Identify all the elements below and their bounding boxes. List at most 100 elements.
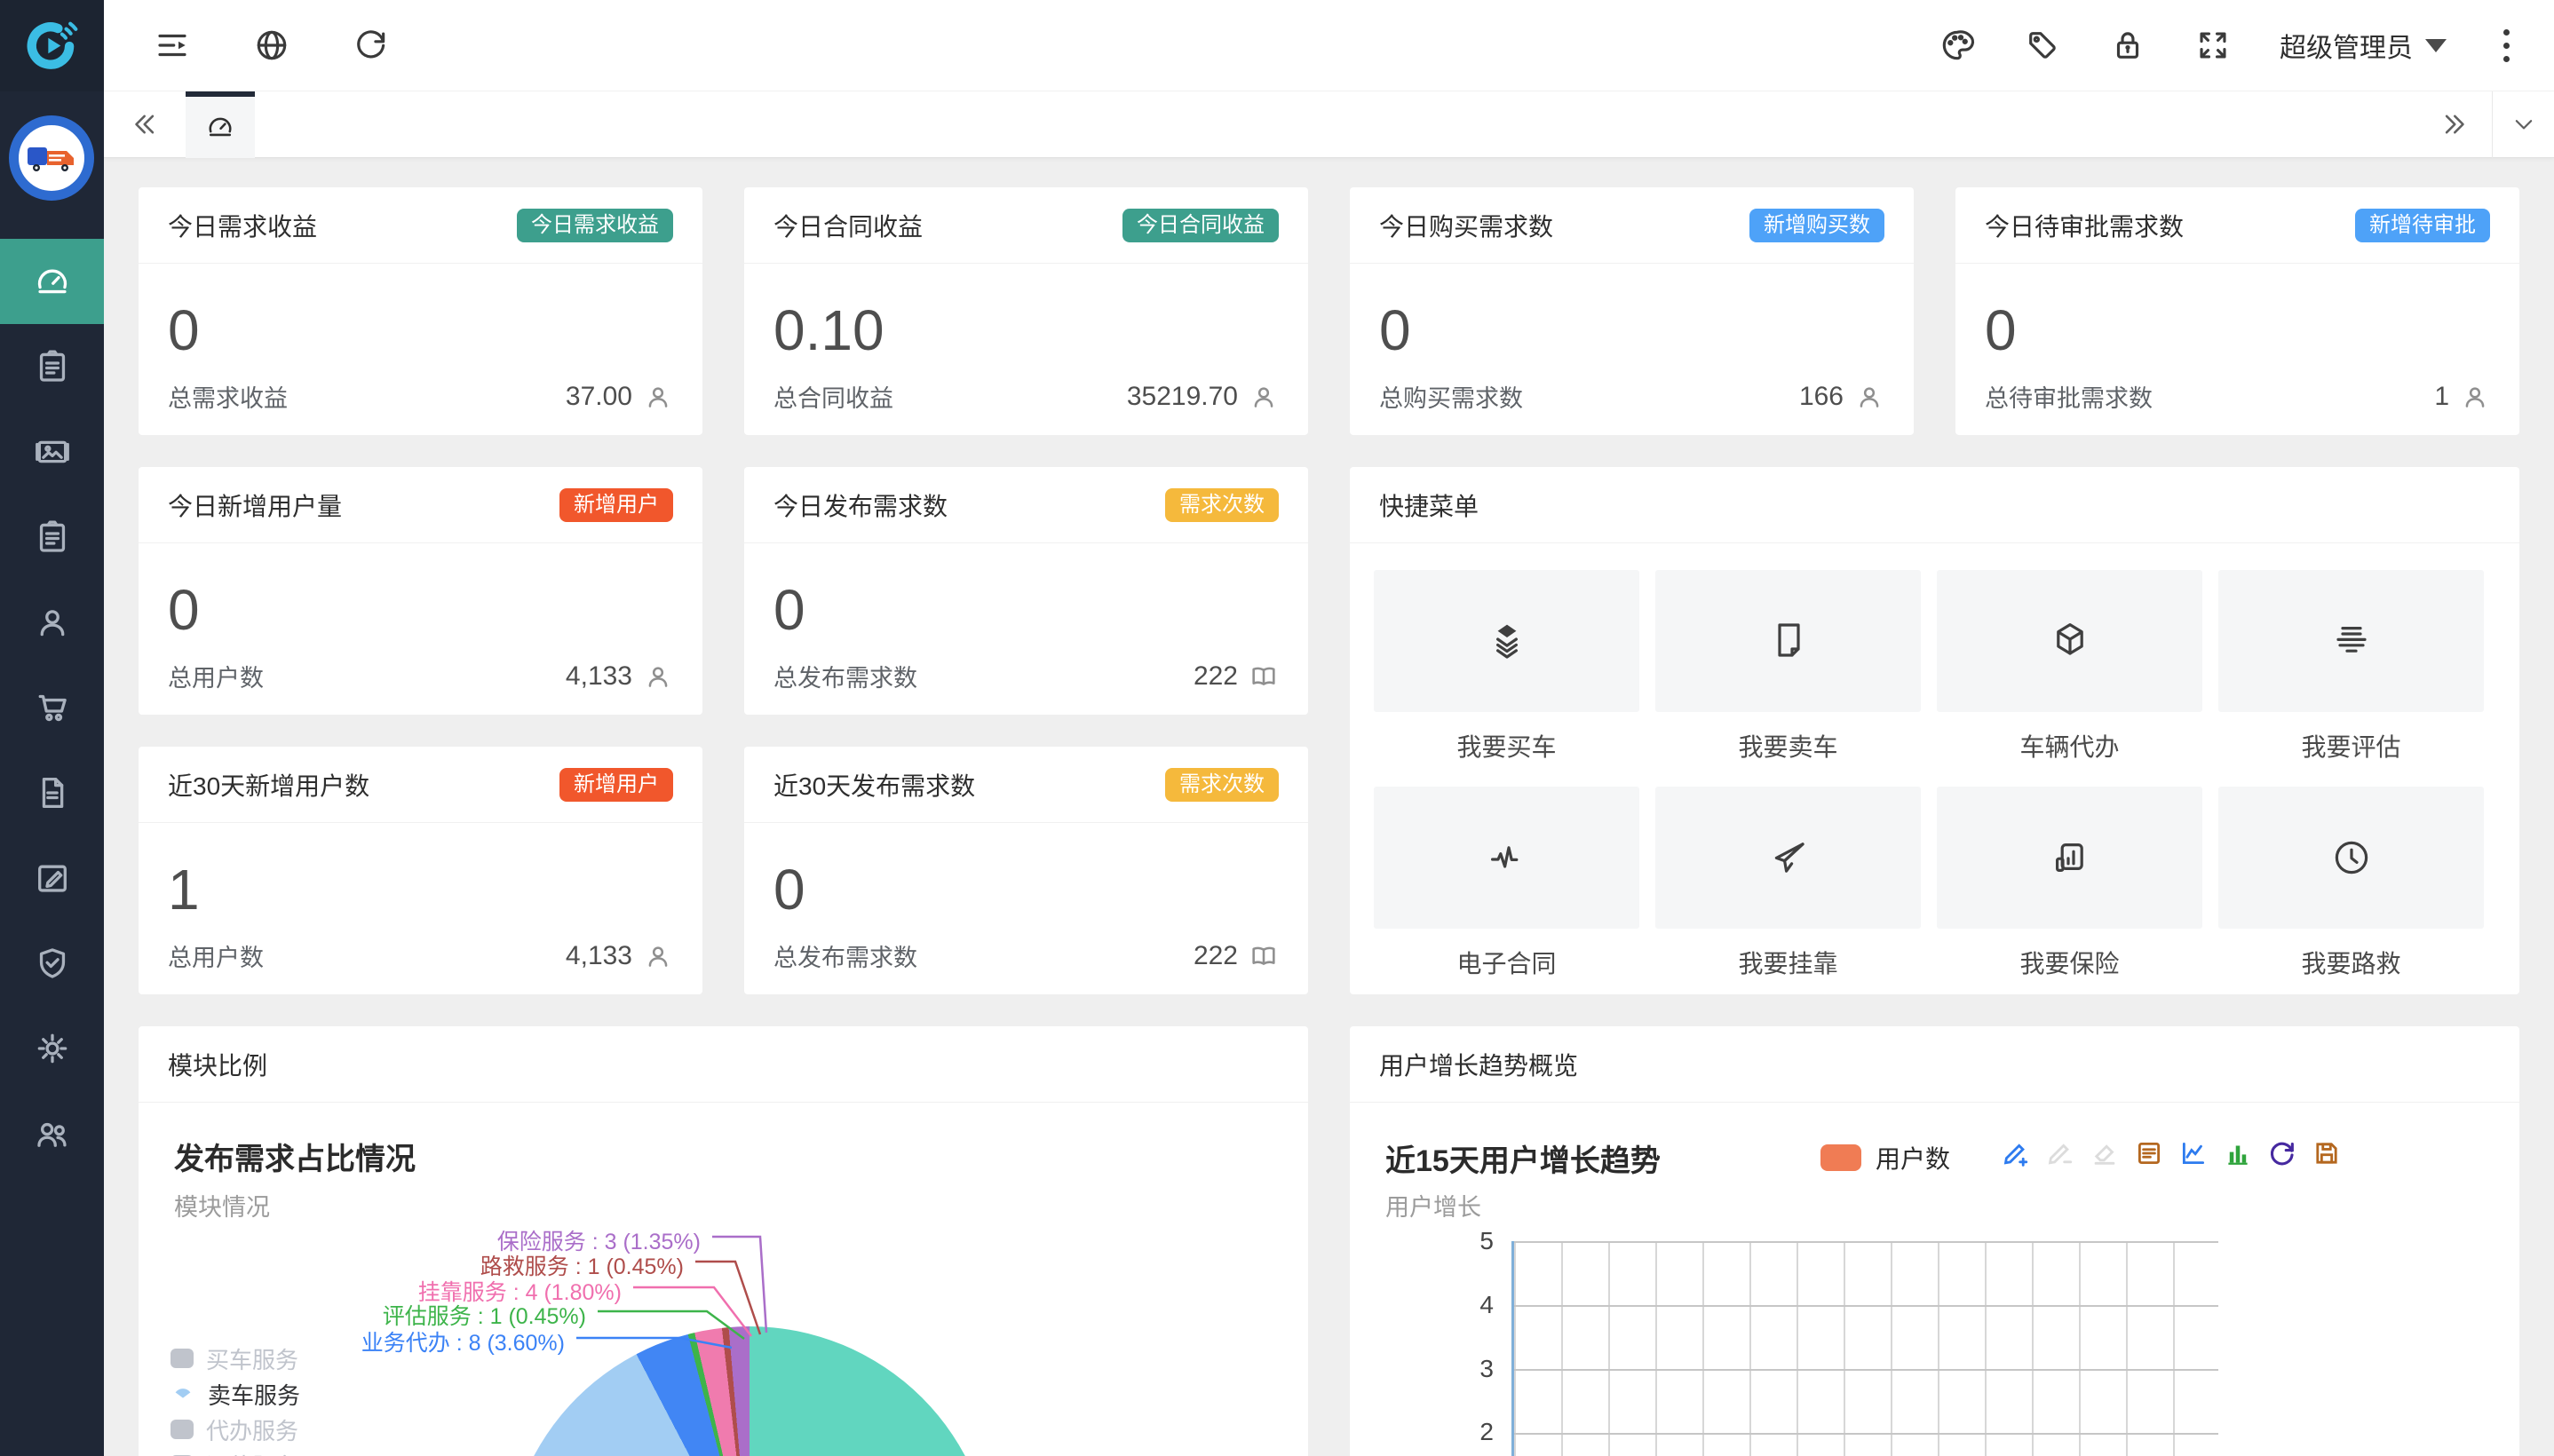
quick-item-road-rescue[interactable]: 我要路救	[2218, 787, 2484, 980]
stat-card-new-users-today: 今日新增用户量 新增用户 0 总用户数 4,133	[139, 467, 702, 715]
package-box-icon	[2049, 620, 2091, 662]
line-chart-icon[interactable]	[2178, 1138, 2209, 1168]
dashboard-screen: 超级管理员	[0, 0, 2554, 1456]
card-title: 今日需求收益	[168, 208, 317, 243]
bar-chart-icon[interactable]	[2223, 1138, 2253, 1168]
legend-label: 买车服务	[206, 1342, 298, 1375]
save-image-icon[interactable]	[2312, 1138, 2342, 1168]
legend-item-buy-service[interactable]: 买车服务	[171, 1346, 300, 1371]
stat-value: 0	[168, 297, 673, 363]
chart-toolbox	[2001, 1138, 2342, 1168]
data-view-icon[interactable]	[2134, 1138, 2164, 1168]
stat-value: 0	[773, 577, 1279, 643]
shield-check-icon	[33, 944, 72, 983]
fullscreen-icon[interactable]	[2194, 27, 2232, 64]
sidebar-item-security[interactable]	[0, 921, 104, 1006]
sidebar-item-settings[interactable]	[0, 1006, 104, 1091]
stat-card-demands-30d: 近30天发布需求数 需求次数 0 总发布需求数 222	[744, 747, 1308, 994]
stat-footer-label: 总发布需求数	[773, 659, 917, 693]
page-icon	[1767, 620, 1810, 662]
quick-item-insurance[interactable]: 我要保险	[1937, 787, 2202, 980]
quick-menu-grid: 我要买车 我要卖车 车辆代办	[1350, 543, 2519, 994]
sidebar	[0, 0, 104, 1456]
card-title: 今日购买需求数	[1379, 208, 1553, 243]
user-icon	[33, 603, 72, 642]
legend-swatch	[1820, 1144, 1861, 1171]
stat-footer-value: 37.00	[566, 382, 632, 412]
sidebar-nav	[0, 239, 104, 1176]
legend-item-agency-service[interactable]: 代办服务	[171, 1417, 300, 1442]
cart-icon	[33, 688, 72, 727]
status-badge: 需求次数	[1165, 768, 1279, 802]
legend-item-sell-service[interactable]: 卖车服务	[171, 1381, 300, 1406]
stat-card-demand-income: 今日需求收益 今日需求收益 0 总需求收益 37.00	[139, 187, 702, 435]
edit-add-icon[interactable]	[2001, 1138, 2031, 1168]
card-title: 模块比例	[168, 1047, 267, 1082]
legend-swatch	[171, 1420, 194, 1439]
quick-item-affiliate[interactable]: 我要挂靠	[1655, 787, 1921, 980]
sidebar-item-accounts[interactable]	[0, 1091, 104, 1176]
brand-logo	[9, 115, 94, 201]
tabs-scroll-left-button[interactable]	[129, 109, 159, 139]
stat-footer-label: 总购买需求数	[1379, 379, 1523, 414]
quick-item-label: 我要路救	[2218, 945, 2484, 980]
tab-dashboard[interactable]	[186, 91, 255, 158]
quick-item-e-contract[interactable]: 电子合同	[1374, 787, 1639, 980]
legend-item-evaluate-service[interactable]: 评估服务	[171, 1452, 300, 1456]
user-menu-label: 超级管理员	[2280, 26, 2413, 65]
card-title: 近30天新增用户数	[168, 767, 369, 803]
stat-footer-label: 总需求收益	[168, 379, 288, 414]
sidebar-item-orders[interactable]	[0, 324, 104, 409]
edit-remove-icon[interactable]	[2045, 1138, 2075, 1168]
quick-item-vehicle-agency[interactable]: 车辆代办	[1937, 570, 2202, 764]
stat-footer-value: 1	[2434, 382, 2449, 412]
user-menu[interactable]: 超级管理员	[2280, 26, 2447, 65]
stat-footer-label: 总用户数	[168, 938, 264, 973]
sidebar-item-user[interactable]	[0, 580, 104, 665]
sidebar-item-shop[interactable]	[0, 665, 104, 750]
pie-chart-subtitle: 模块情况	[174, 1188, 270, 1223]
stat-card-new-users-30d: 近30天新增用户数 新增用户 1 总用户数 4,133	[139, 747, 702, 994]
y-tick: 2	[1387, 1418, 1494, 1446]
person-icon	[1854, 382, 1884, 412]
restore-icon[interactable]	[2267, 1138, 2297, 1168]
quick-item-label: 车辆代办	[1937, 728, 2202, 764]
card-title: 用户增长趋势概览	[1379, 1047, 1578, 1082]
tag-icon[interactable]	[2024, 27, 2061, 64]
quick-item-sell-car[interactable]: 我要卖车	[1655, 570, 1921, 764]
sidebar-item-media[interactable]	[0, 409, 104, 495]
quick-item-evaluate[interactable]: 我要评估	[2218, 570, 2484, 764]
lock-icon[interactable]	[2109, 27, 2146, 64]
legend-swatch	[171, 1349, 194, 1368]
legend-label: 用户数	[1876, 1140, 1950, 1175]
sidebar-item-requests[interactable]	[0, 495, 104, 580]
sidebar-item-dashboard[interactable]	[0, 239, 104, 324]
y-tick: 4	[1387, 1291, 1494, 1319]
more-menu-icon[interactable]	[2495, 24, 2518, 67]
sidebar-item-audit[interactable]	[0, 835, 104, 921]
card-title: 今日合同收益	[773, 208, 923, 243]
app-logo[interactable]	[0, 0, 104, 91]
y-axis-label: 用户增长	[1385, 1188, 1481, 1223]
pie-chart[interactable]	[505, 1326, 994, 1456]
refresh-icon[interactable]	[353, 27, 390, 64]
quick-item-buy-car[interactable]: 我要买车	[1374, 570, 1639, 764]
quick-item-label: 我要挂靠	[1655, 945, 1921, 980]
eraser-icon[interactable]	[2090, 1138, 2120, 1168]
tabs-dropdown-button[interactable]	[2492, 91, 2554, 158]
clock-icon	[2330, 836, 2373, 879]
tabs-scroll-right-button[interactable]	[2440, 109, 2471, 139]
palette-icon[interactable]	[1939, 27, 1976, 64]
pie-chart-title: 发布需求占比情况	[174, 1135, 416, 1178]
stat-value: 1	[168, 857, 673, 922]
pie-legend: 买车服务 卖车服务 代办服务 评估服务	[171, 1346, 300, 1456]
sidebar-item-documents[interactable]	[0, 750, 104, 835]
legend-item-user-count[interactable]: 用户数	[1820, 1140, 1950, 1175]
stat-card-demands-today: 今日发布需求数 需求次数 0 总发布需求数 222	[744, 467, 1308, 715]
line-chart-plot-area[interactable]	[1511, 1241, 2218, 1456]
legend-fan-icon	[171, 1383, 195, 1405]
collapse-menu-icon[interactable]	[154, 27, 191, 64]
globe-icon[interactable]	[253, 27, 290, 64]
person-icon	[2460, 382, 2490, 412]
topbar-left	[104, 27, 390, 64]
